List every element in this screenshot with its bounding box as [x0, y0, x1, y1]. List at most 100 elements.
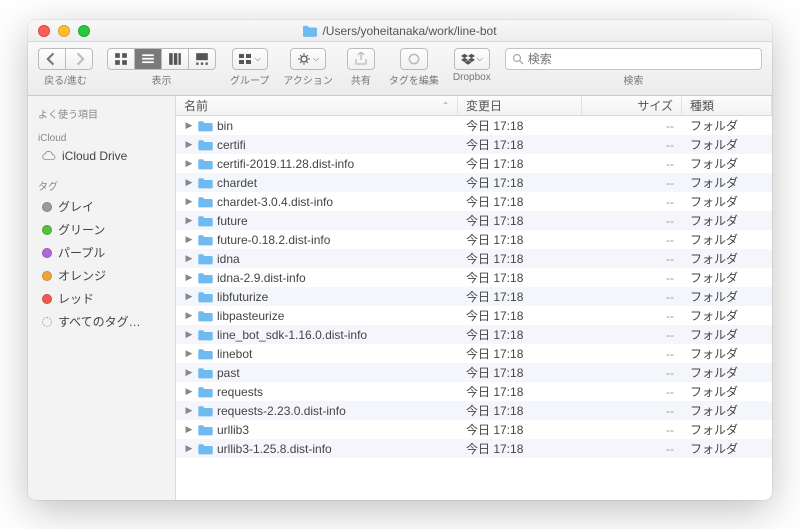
view-icons-button[interactable]: [107, 48, 134, 70]
col-name[interactable]: 名前⌃: [176, 96, 458, 115]
table-row[interactable]: ▶linebot今日 17:18--フォルダ: [176, 344, 772, 363]
file-date: 今日 17:18: [458, 364, 582, 381]
file-date: 今日 17:18: [458, 231, 582, 248]
disclosure-triangle-icon[interactable]: ▶: [184, 120, 194, 131]
file-date: 今日 17:18: [458, 383, 582, 400]
file-size: --: [582, 195, 682, 209]
sidebar-tag-all[interactable]: すべてのタグ…: [28, 310, 175, 333]
tags-label: タグを編集: [389, 72, 439, 87]
file-size: --: [582, 119, 682, 133]
col-date[interactable]: 変更日: [458, 96, 582, 115]
file-kind: フォルダ: [682, 345, 772, 362]
table-row[interactable]: ▶requests今日 17:18--フォルダ: [176, 382, 772, 401]
folder-icon: [198, 272, 213, 284]
file-date: 今日 17:18: [458, 326, 582, 343]
file-kind: フォルダ: [682, 383, 772, 400]
table-row[interactable]: ▶certifi-2019.11.28.dist-info今日 17:18--フ…: [176, 154, 772, 173]
col-size[interactable]: サイズ: [582, 96, 682, 115]
sidebar-tag-grey[interactable]: グレイ: [28, 195, 175, 218]
table-row[interactable]: ▶requests-2.23.0.dist-info今日 17:18--フォルダ: [176, 401, 772, 420]
disclosure-triangle-icon[interactable]: ▶: [184, 253, 194, 264]
col-kind[interactable]: 種類: [682, 96, 772, 115]
sidebar-tag-green[interactable]: グリーン: [28, 218, 175, 241]
disclosure-triangle-icon[interactable]: ▶: [184, 272, 194, 283]
file-date: 今日 17:18: [458, 402, 582, 419]
sidebar-tag-red[interactable]: レッド: [28, 287, 175, 310]
forward-button[interactable]: [65, 48, 93, 70]
file-name: linebot: [217, 347, 252, 361]
view-columns-button[interactable]: [161, 48, 188, 70]
table-row[interactable]: ▶idna今日 17:18--フォルダ: [176, 249, 772, 268]
disclosure-triangle-icon[interactable]: ▶: [184, 158, 194, 169]
file-date: 今日 17:18: [458, 212, 582, 229]
disclosure-triangle-icon[interactable]: ▶: [184, 234, 194, 245]
sidebar-item-icloud-drive[interactable]: iCloud Drive: [28, 146, 175, 166]
file-date: 今日 17:18: [458, 117, 582, 134]
group-button[interactable]: ⌵: [232, 48, 268, 70]
file-date: 今日 17:18: [458, 440, 582, 457]
search-input[interactable]: [528, 52, 755, 66]
sidebar-tag-purple[interactable]: パープル: [28, 241, 175, 264]
table-row[interactable]: ▶libpasteurize今日 17:18--フォルダ: [176, 306, 772, 325]
dropbox-button[interactable]: ⌵: [454, 48, 490, 70]
file-size: --: [582, 176, 682, 190]
table-row[interactable]: ▶certifi今日 17:18--フォルダ: [176, 135, 772, 154]
disclosure-triangle-icon[interactable]: ▶: [184, 405, 194, 416]
file-list[interactable]: ▶bin今日 17:18--フォルダ▶certifi今日 17:18--フォルダ…: [176, 116, 772, 500]
disclosure-triangle-icon[interactable]: ▶: [184, 424, 194, 435]
back-button[interactable]: [38, 48, 65, 70]
file-name: certifi: [217, 138, 246, 152]
sidebar-tag-orange[interactable]: オレンジ: [28, 264, 175, 287]
table-row[interactable]: ▶bin今日 17:18--フォルダ: [176, 116, 772, 135]
disclosure-triangle-icon[interactable]: ▶: [184, 139, 194, 150]
disclosure-triangle-icon[interactable]: ▶: [184, 329, 194, 340]
tags-button[interactable]: [400, 48, 428, 70]
disclosure-triangle-icon[interactable]: ▶: [184, 196, 194, 207]
group-label: グループ: [230, 72, 269, 87]
file-size: --: [582, 157, 682, 171]
table-row[interactable]: ▶past今日 17:18--フォルダ: [176, 363, 772, 382]
table-row[interactable]: ▶future-0.18.2.dist-info今日 17:18--フォルダ: [176, 230, 772, 249]
tag-dot-icon: [42, 202, 52, 212]
share-button[interactable]: [347, 48, 375, 70]
sidebar-section-icloud: iCloud: [28, 129, 175, 146]
file-kind: フォルダ: [682, 402, 772, 419]
table-row[interactable]: ▶chardet今日 17:18--フォルダ: [176, 173, 772, 192]
disclosure-triangle-icon[interactable]: ▶: [184, 367, 194, 378]
folder-icon: [198, 348, 213, 360]
table-row[interactable]: ▶urllib3今日 17:18--フォルダ: [176, 420, 772, 439]
share-label: 共有: [351, 72, 371, 87]
disclosure-triangle-icon[interactable]: ▶: [184, 348, 194, 359]
folder-icon: [198, 291, 213, 303]
disclosure-triangle-icon[interactable]: ▶: [184, 215, 194, 226]
table-row[interactable]: ▶urllib3-1.25.8.dist-info今日 17:18--フォルダ: [176, 439, 772, 458]
sidebar-item-label: iCloud Drive: [62, 149, 127, 163]
table-row[interactable]: ▶libfuturize今日 17:18--フォルダ: [176, 287, 772, 306]
cloud-icon: [42, 150, 56, 162]
view-gallery-button[interactable]: [188, 48, 216, 70]
view-list-button[interactable]: [134, 48, 161, 70]
disclosure-triangle-icon[interactable]: ▶: [184, 291, 194, 302]
folder-icon: [198, 120, 213, 132]
action-button[interactable]: ⌵: [290, 48, 326, 70]
folder-icon: [198, 215, 213, 227]
sort-caret-icon: ⌃: [442, 101, 449, 110]
disclosure-triangle-icon[interactable]: ▶: [184, 177, 194, 188]
search-icon: [512, 53, 524, 65]
disclosure-triangle-icon[interactable]: ▶: [184, 310, 194, 321]
folder-icon: [198, 367, 213, 379]
tag-dot-icon: [42, 317, 52, 327]
file-size: --: [582, 233, 682, 247]
file-size: --: [582, 271, 682, 285]
table-row[interactable]: ▶future今日 17:18--フォルダ: [176, 211, 772, 230]
nav-buttons: [38, 48, 93, 70]
table-row[interactable]: ▶line_bot_sdk-1.16.0.dist-info今日 17:18--…: [176, 325, 772, 344]
table-row[interactable]: ▶chardet-3.0.4.dist-info今日 17:18--フォルダ: [176, 192, 772, 211]
file-date: 今日 17:18: [458, 174, 582, 191]
table-row[interactable]: ▶idna-2.9.dist-info今日 17:18--フォルダ: [176, 268, 772, 287]
disclosure-triangle-icon[interactable]: ▶: [184, 386, 194, 397]
search-box[interactable]: [505, 48, 762, 70]
disclosure-triangle-icon[interactable]: ▶: [184, 443, 194, 454]
file-kind: フォルダ: [682, 421, 772, 438]
file-size: --: [582, 404, 682, 418]
